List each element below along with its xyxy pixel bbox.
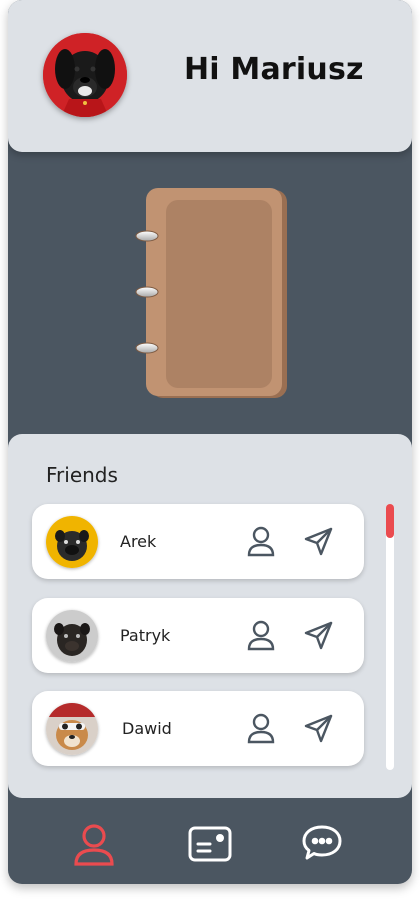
nav-chat-bubble-icon[interactable]: [298, 820, 346, 868]
dog-avatar-icon: [46, 703, 98, 755]
friend-card[interactable]: Arek: [32, 504, 364, 579]
send-icon[interactable]: [302, 524, 336, 558]
dog-avatar-icon: [46, 516, 98, 568]
user-avatar[interactable]: [43, 33, 127, 117]
friends-panel: Friends Arek Patryk Dawid: [8, 434, 412, 798]
send-icon[interactable]: [302, 618, 336, 652]
nav-profile-icon[interactable]: [70, 820, 118, 868]
notebook-area: [8, 152, 412, 434]
friend-avatar: [46, 610, 98, 662]
friend-name: Arek: [120, 532, 157, 551]
greeting-title: Hi Mariusz: [184, 52, 364, 87]
friends-title: Friends: [46, 463, 118, 487]
dog-avatar-icon: [46, 610, 98, 662]
friend-name: Patryk: [120, 626, 171, 645]
friend-card[interactable]: Dawid: [32, 691, 364, 766]
notebook-icon[interactable]: [8, 152, 412, 434]
dog-avatar-icon: [43, 33, 127, 117]
header: Hi Mariusz: [8, 0, 412, 152]
nav-id-card-icon[interactable]: [186, 820, 234, 868]
profile-icon[interactable]: [244, 524, 278, 558]
bottom-nav: [8, 798, 412, 884]
app-frame: Hi Mariusz Friends Arek Patryk Dawid: [8, 0, 412, 884]
friends-scrollbar[interactable]: [386, 504, 394, 770]
friend-name: Dawid: [122, 719, 172, 738]
profile-icon[interactable]: [244, 618, 278, 652]
friend-card[interactable]: Patryk: [32, 598, 364, 673]
send-icon[interactable]: [302, 711, 336, 745]
friend-avatar: [46, 703, 98, 755]
scrollbar-thumb[interactable]: [386, 504, 394, 538]
profile-icon[interactable]: [244, 711, 278, 745]
friend-avatar: [46, 516, 98, 568]
